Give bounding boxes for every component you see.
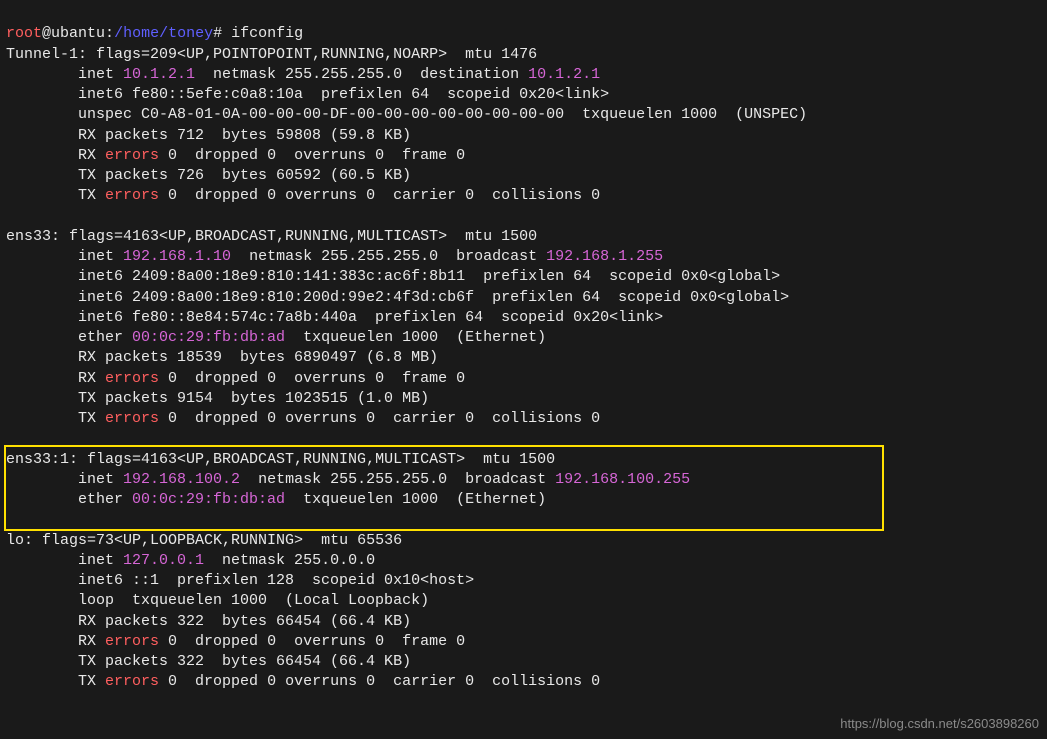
ens33-inet6-line-3: inet6 fe80::8e84:574c:7a8b:440a prefixle… bbox=[6, 309, 663, 326]
iface-tunnel-header: Tunnel-1: flags=209<UP,POINTOPOINT,RUNNI… bbox=[6, 46, 537, 63]
lo-inet6-line: inet6 ::1 prefixlen 128 scopeid 0x10<hos… bbox=[6, 572, 474, 589]
ens33-inet-ip: 192.168.1.10 bbox=[123, 248, 231, 265]
prompt-path: /home/toney bbox=[114, 25, 213, 42]
errors-label: errors bbox=[105, 410, 159, 427]
ens33-ether-line: ether 00:0c:29:fb:db:ad txqueuelen 1000 … bbox=[6, 329, 546, 346]
errors-label: errors bbox=[105, 633, 159, 650]
command-text: ifconfig bbox=[231, 25, 303, 42]
tunnel-inet-ip: 10.1.2.1 bbox=[123, 66, 195, 83]
iface-name: Tunnel-1: bbox=[6, 46, 87, 63]
iface-flags: flags=4163<UP,BROADCAST,RUNNING,MULTICAS… bbox=[78, 451, 555, 468]
lo-tx-packets: TX packets 322 bytes 66454 (66.4 KB) bbox=[6, 653, 411, 670]
ens33-1-inet-ip: 192.168.100.2 bbox=[123, 471, 240, 488]
iface-lo-header: lo: flags=73<UP,LOOPBACK,RUNNING> mtu 65… bbox=[6, 532, 402, 549]
ens33-rx-errors: RX errors 0 dropped 0 overruns 0 frame 0 bbox=[6, 370, 465, 387]
tunnel-tx-packets: TX packets 726 bytes 60592 (60.5 KB) bbox=[6, 167, 411, 184]
ens33-tx-packets: TX packets 9154 bytes 1023515 (1.0 MB) bbox=[6, 390, 429, 407]
ens33-tx-errors: TX errors 0 dropped 0 overruns 0 carrier… bbox=[6, 410, 600, 427]
iface-name: ens33:1: bbox=[6, 451, 78, 468]
ens33-inet6-line-1: inet6 2409:8a00:18e9:810:141:383c:ac6f:8… bbox=[6, 268, 780, 285]
prompt-host: ubantu bbox=[51, 25, 105, 42]
tunnel-inet-line: inet 10.1.2.1 netmask 255.255.255.0 dest… bbox=[6, 66, 600, 83]
ens33-rx-packets: RX packets 18539 bytes 6890497 (6.8 MB) bbox=[6, 349, 438, 366]
iface-name: lo: bbox=[6, 532, 33, 549]
prompt-at: @ bbox=[42, 25, 51, 42]
tunnel-inet6-line: inet6 fe80::5efe:c0a8:10a prefixlen 64 s… bbox=[6, 86, 609, 103]
lo-rx-packets: RX packets 322 bytes 66454 (66.4 KB) bbox=[6, 613, 411, 630]
ens33-inet-line: inet 192.168.1.10 netmask 255.255.255.0 … bbox=[6, 248, 663, 265]
ens33-1-mac: 00:0c:29:fb:db:ad bbox=[132, 491, 285, 508]
lo-inet-ip: 127.0.0.1 bbox=[123, 552, 204, 569]
terminal-output: root@ubantu:/home/toney# ifconfig Tunnel… bbox=[0, 0, 1047, 697]
lo-loop-line: loop txqueuelen 1000 (Local Loopback) bbox=[6, 592, 429, 609]
iface-name: ens33: bbox=[6, 228, 60, 245]
lo-rx-errors: RX errors 0 dropped 0 overruns 0 frame 0 bbox=[6, 633, 465, 650]
prompt-line[interactable]: root@ubantu:/home/toney# ifconfig bbox=[6, 25, 303, 42]
iface-ens33-1-header: ens33:1: flags=4163<UP,BROADCAST,RUNNING… bbox=[6, 451, 555, 468]
lo-inet-line: inet 127.0.0.1 netmask 255.0.0.0 bbox=[6, 552, 375, 569]
ens33-mac: 00:0c:29:fb:db:ad bbox=[132, 329, 285, 346]
prompt-user: root bbox=[6, 25, 42, 42]
tunnel-dest-ip: 10.1.2.1 bbox=[528, 66, 600, 83]
ens33-broadcast-ip: 192.168.1.255 bbox=[546, 248, 663, 265]
iface-ens33-header: ens33: flags=4163<UP,BROADCAST,RUNNING,M… bbox=[6, 228, 537, 245]
tunnel-unspec-line: unspec C0-A8-01-0A-00-00-00-DF-00-00-00-… bbox=[6, 106, 807, 123]
lo-tx-errors: TX errors 0 dropped 0 overruns 0 carrier… bbox=[6, 673, 600, 690]
iface-flags: flags=73<UP,LOOPBACK,RUNNING> mtu 65536 bbox=[33, 532, 402, 549]
errors-label: errors bbox=[105, 147, 159, 164]
ens33-1-inet-line: inet 192.168.100.2 netmask 255.255.255.0… bbox=[6, 471, 690, 488]
watermark-text: https://blog.csdn.net/s2603898260 bbox=[840, 715, 1039, 733]
errors-label: errors bbox=[105, 673, 159, 690]
tunnel-rx-errors: RX errors 0 dropped 0 overruns 0 frame 0 bbox=[6, 147, 465, 164]
prompt-colon: : bbox=[105, 25, 114, 42]
iface-flags: flags=4163<UP,BROADCAST,RUNNING,MULTICAS… bbox=[60, 228, 537, 245]
errors-label: errors bbox=[105, 370, 159, 387]
ens33-1-broadcast-ip: 192.168.100.255 bbox=[555, 471, 690, 488]
prompt-hash: # bbox=[213, 25, 231, 42]
ens33-inet6-line-2: inet6 2409:8a00:18e9:810:200d:99e2:4f3d:… bbox=[6, 289, 789, 306]
errors-label: errors bbox=[105, 187, 159, 204]
ens33-1-ether-line: ether 00:0c:29:fb:db:ad txqueuelen 1000 … bbox=[6, 491, 546, 508]
iface-flags: flags=209<UP,POINTOPOINT,RUNNING,NOARP> … bbox=[87, 46, 537, 63]
tunnel-tx-errors: TX errors 0 dropped 0 overruns 0 carrier… bbox=[6, 187, 600, 204]
tunnel-rx-packets: RX packets 712 bytes 59808 (59.8 KB) bbox=[6, 127, 411, 144]
